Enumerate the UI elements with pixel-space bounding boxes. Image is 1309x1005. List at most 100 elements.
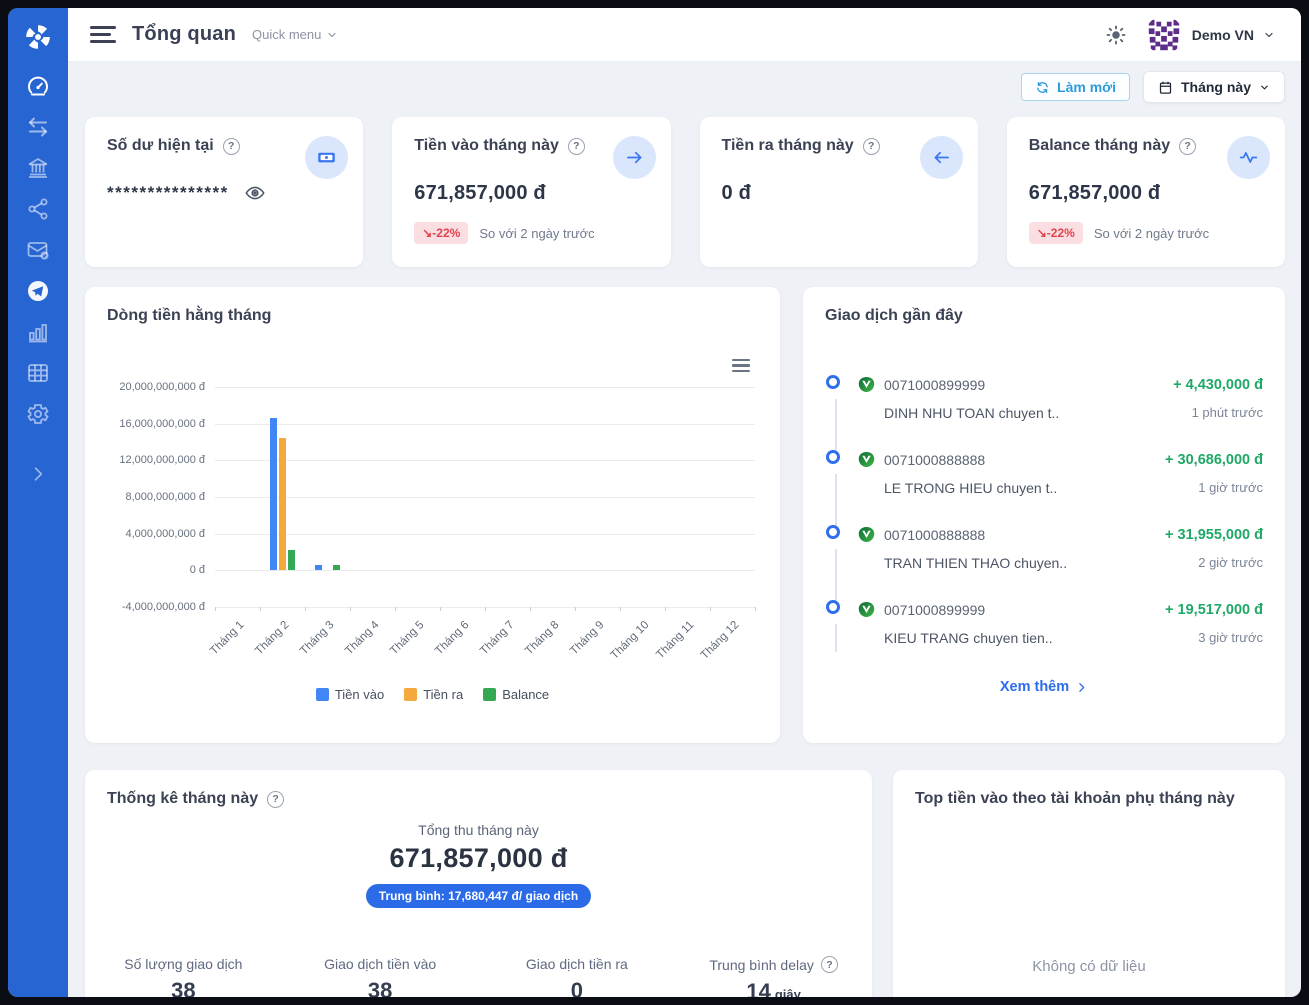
help-icon[interactable]: ? <box>267 791 284 808</box>
timeline-ring <box>826 375 840 389</box>
refresh-label: Làm mới <box>1057 79 1116 95</box>
sidebar-collapse-button[interactable] <box>28 464 48 484</box>
chart-bar <box>279 438 286 570</box>
content: Làm mới Tháng này Số dư hiện tại ? <box>68 62 1301 997</box>
sidebar-item-mail[interactable] <box>26 238 50 262</box>
help-icon[interactable]: ? <box>821 956 838 973</box>
stat-icon-circle <box>920 136 963 179</box>
no-data-text: Không có dữ liệu <box>893 958 1285 975</box>
bank-logo-icon <box>857 375 876 394</box>
timeline-connector <box>835 399 837 453</box>
stat-column-in: Giao dịch tiền vào 38 <box>282 956 479 997</box>
top-money-in-card: Top tiền vào theo tài khoản phụ tháng nà… <box>893 770 1285 997</box>
app-logo[interactable] <box>8 8 68 66</box>
transaction-row-2: KIEU TRANG chuyen tien..3 giờ trước <box>857 630 1263 646</box>
stat-column-label: Trung bình delay <box>709 957 814 973</box>
chart-legend: Tiền vàoTiền raBalance <box>85 687 780 702</box>
theme-toggle-button[interactable] <box>1105 24 1127 46</box>
sidebar-item-dashboard[interactable] <box>26 74 50 98</box>
bottom-row: Thống kê tháng này ? Tổng thu tháng này … <box>85 770 1285 997</box>
transaction-item[interactable]: 0071000899999+ 4,430,000 đDINH NHU TOAN … <box>825 375 1263 450</box>
total-revenue-value: 671,857,000 đ <box>107 843 850 874</box>
help-icon[interactable]: ? <box>1179 138 1196 155</box>
avatar-identicon <box>1145 16 1183 54</box>
chart-bar <box>333 565 340 570</box>
stat-card-title: Balance tháng này <box>1029 137 1170 155</box>
sidebar-item-reports[interactable] <box>26 320 50 344</box>
compare-text: So với 2 ngày trước <box>1094 226 1209 241</box>
transaction-row-2: LE TRONG HIEU chuyen t..1 giờ trước <box>857 480 1263 496</box>
hamburger-menu-icon[interactable] <box>90 26 116 43</box>
stat-column-delay: Trung bình delay ? 14giây <box>675 956 872 997</box>
top-card-title: Top tiền vào theo tài khoản phụ tháng nà… <box>915 790 1235 808</box>
timeline-connector <box>835 624 837 652</box>
stat-icon-circle <box>1227 136 1270 179</box>
y-axis-label: 16,000,000,000 đ <box>93 418 205 430</box>
sidebar-item-transfers[interactable] <box>26 115 50 139</box>
transaction-item[interactable]: 0071000888888+ 30,686,000 đ LE TRONG HIEU… <box>825 450 1263 525</box>
transaction-item[interactable]: 0071000888888+ 31,955,000 đTRAN THIEN TH… <box>825 525 1263 600</box>
chart-menu-icon[interactable] <box>732 359 750 372</box>
legend-swatch <box>483 688 496 701</box>
chart-title: Dòng tiền hằng tháng <box>107 307 271 325</box>
sidebar-item-share[interactable] <box>26 197 50 221</box>
help-icon[interactable]: ? <box>223 138 240 155</box>
x-axis-tick <box>440 607 441 611</box>
sidebar <box>8 8 68 997</box>
transaction-body: 0071000899999+ 4,430,000 đDINH NHU TOAN … <box>857 375 1263 421</box>
avatar <box>1145 16 1183 54</box>
timeline-ring <box>826 525 840 539</box>
chevron-right-icon <box>28 464 48 484</box>
chevron-right-icon <box>1075 681 1088 694</box>
legend-item: Balance <box>483 687 549 702</box>
sidebar-item-table[interactable] <box>26 361 50 385</box>
sidebar-item-settings[interactable] <box>26 402 50 426</box>
quick-menu-dropdown[interactable]: Quick menu <box>252 27 338 42</box>
stat-card-balance-month: Balance tháng này ? 671,857,000 đ ↘-22% … <box>1007 117 1285 267</box>
transaction-row-1: 0071000888888+ 30,686,000 đ <box>857 450 1263 469</box>
sidebar-item-telegram[interactable] <box>26 279 50 303</box>
see-more-link[interactable]: Xem thêm <box>803 679 1285 695</box>
x-axis-tick <box>710 607 711 611</box>
help-icon[interactable]: ? <box>863 138 880 155</box>
banknote-icon <box>316 147 337 168</box>
refresh-icon <box>1035 80 1050 95</box>
user-name: Demo VN <box>1192 27 1254 43</box>
period-dropdown[interactable]: Tháng này <box>1143 71 1285 103</box>
chart-bar <box>315 565 322 570</box>
y-axis-label: 0 đ <box>93 564 205 576</box>
transaction-amount: + 4,430,000 đ <box>1173 377 1263 393</box>
legend-swatch <box>404 688 417 701</box>
stat-column-label: Số lượng giao dịch <box>124 956 242 972</box>
stat-card-title: Tiền ra tháng này <box>722 137 854 155</box>
share-network-icon <box>26 197 50 221</box>
eye-icon <box>244 182 266 204</box>
transaction-row-1: 0071000888888+ 31,955,000 đ <box>857 525 1263 544</box>
chart-gridline <box>215 534 755 535</box>
chevron-down-icon <box>1263 29 1275 41</box>
stat-card-money-in: Tiền vào tháng này ? 671,857,000 đ ↘-22%… <box>392 117 670 267</box>
transactions-list: 0071000899999+ 4,430,000 đDINH NHU TOAN … <box>825 375 1263 675</box>
transaction-time: 1 phút trước <box>1192 405 1263 421</box>
middle-row: Dòng tiền hằng tháng 20,000,000,000 đ 16,… <box>85 287 1285 743</box>
x-axis-tick <box>395 607 396 611</box>
page-title: Tổng quan <box>132 23 236 46</box>
transaction-desc: LE TRONG HIEU chuyen t.. <box>884 480 1057 496</box>
timeline-connector <box>835 549 837 603</box>
reveal-balance-button[interactable] <box>244 182 266 204</box>
transaction-item[interactable]: 0071000899999+ 19,517,000 đKIEU TRANG ch… <box>825 600 1263 675</box>
x-axis-tick <box>620 607 621 611</box>
refresh-button[interactable]: Làm mới <box>1021 73 1130 101</box>
sidebar-item-bank[interactable] <box>26 156 50 180</box>
y-axis-label: 20,000,000,000 đ <box>93 381 205 393</box>
help-icon[interactable]: ? <box>568 138 585 155</box>
x-axis-tick <box>215 607 216 611</box>
chart-bar <box>270 418 277 570</box>
stat-column-value: 38 <box>85 978 282 997</box>
transfer-arrows-icon <box>26 115 50 139</box>
stat-card-title: Tiền vào tháng này <box>414 137 559 155</box>
gear-icon <box>26 402 50 426</box>
quick-menu-label: Quick menu <box>252 27 321 42</box>
user-menu[interactable]: Demo VN <box>1145 16 1275 54</box>
main-area: Tổng quan Quick menu <box>68 8 1301 997</box>
